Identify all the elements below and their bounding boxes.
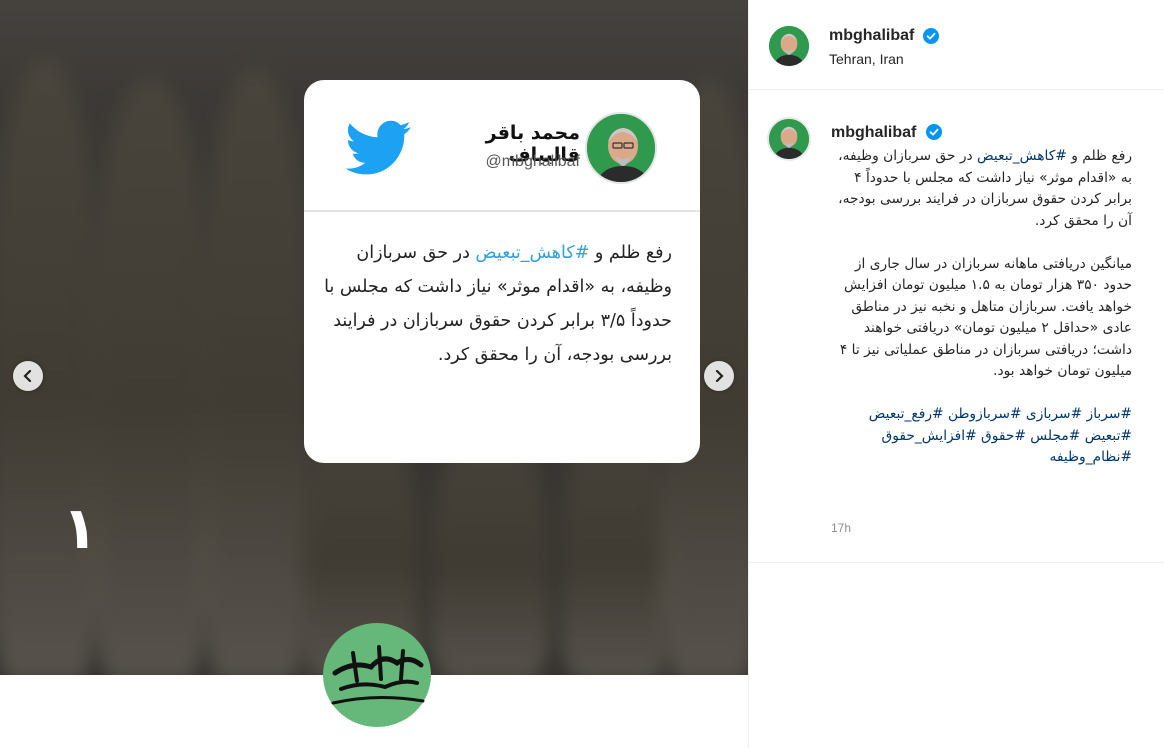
card-text-part: رفع ظلم و xyxy=(589,243,672,263)
caption-paragraph: رفع ظلم و #کاهش_تبعیض در حق سربازان وظیف… xyxy=(826,146,1132,232)
card-hashtag: #کاهش_تبعیض xyxy=(475,243,590,263)
carousel-prev-button[interactable] xyxy=(13,361,43,391)
caption-avatar[interactable] xyxy=(767,117,811,161)
card-author-handle: @mbghalibaf xyxy=(485,153,580,170)
location-link[interactable]: Tehran, Iran xyxy=(829,51,904,67)
card-avatar xyxy=(585,112,657,184)
verified-badge-icon xyxy=(926,124,942,140)
card-text: رفع ظلم و #کاهش_تبعیض در حق سربازان وظیف… xyxy=(320,236,672,372)
header-avatar[interactable] xyxy=(769,26,809,66)
caption-paragraph: میانگین دریافتی ماهانه سربازان در سال جا… xyxy=(839,255,1132,380)
verified-badge-icon xyxy=(923,28,939,44)
caption-username-link[interactable]: mbghalibaf xyxy=(831,124,916,142)
caption-text: رفع ظلم و xyxy=(1066,148,1132,164)
hashtag-link[interactable]: #کاهش_تبعیض xyxy=(977,148,1067,164)
signature-seal-logo xyxy=(323,623,431,727)
post-caption: رفع ظلم و #کاهش_تبعیض در حق سربازان وظیف… xyxy=(826,146,1132,490)
twitter-bird-icon xyxy=(346,120,411,175)
chevron-left-icon xyxy=(23,370,32,382)
chevron-right-icon xyxy=(715,370,724,382)
post-timestamp[interactable]: 17h xyxy=(831,521,851,535)
carousel-next-button[interactable] xyxy=(704,361,734,391)
header-username-link[interactable]: mbghalibaf xyxy=(829,27,914,45)
card-divider xyxy=(304,210,700,212)
hashtags-link[interactable]: #سرباز #سربازی #سربازوطن #رفع_تبعیض #تبع… xyxy=(826,404,1132,469)
slide-number: ۱ xyxy=(62,494,98,562)
